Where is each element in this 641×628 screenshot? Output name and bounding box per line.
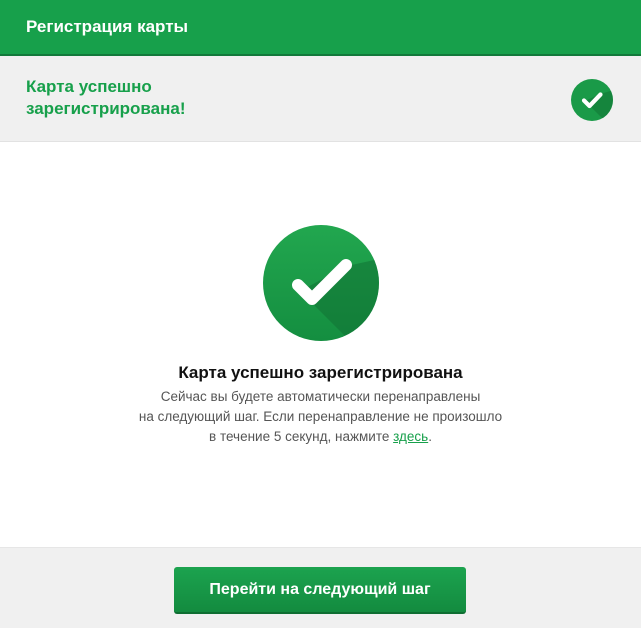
footer: Перейти на следующий шаг bbox=[0, 547, 641, 628]
check-circle-icon bbox=[571, 79, 613, 121]
redirect-line-1: Сейчас вы будете автоматически перенапра… bbox=[160, 389, 481, 404]
next-step-button[interactable]: Перейти на следующий шаг bbox=[174, 567, 466, 614]
status-message: Карта успешно зарегистрирована! bbox=[26, 77, 186, 118]
success-title: Карта успешно зарегистрирована bbox=[178, 363, 463, 382]
redirect-here-link[interactable]: здесь bbox=[393, 429, 428, 444]
status-bar: Карта успешно зарегистрирована! bbox=[0, 56, 641, 142]
page-header: Регистрация карты bbox=[0, 0, 641, 56]
main-content: Карта успешно зарегистрирована Сейчас вы… bbox=[0, 142, 641, 547]
redirect-line-3-prefix: в течение 5 секунд, нажмите bbox=[209, 429, 394, 444]
redirect-line-2: на следующий шаг. Если перенаправление н… bbox=[138, 409, 503, 424]
redirect-line-3: в течение 5 секунд, нажмите здесь. bbox=[120, 427, 521, 447]
redirect-line-3-suffix: . bbox=[428, 429, 432, 444]
check-circle-icon bbox=[263, 225, 379, 341]
header-title: Регистрация карты bbox=[26, 17, 189, 36]
redirect-message: Сейчас вы будете автоматически перенапра… bbox=[120, 387, 521, 447]
